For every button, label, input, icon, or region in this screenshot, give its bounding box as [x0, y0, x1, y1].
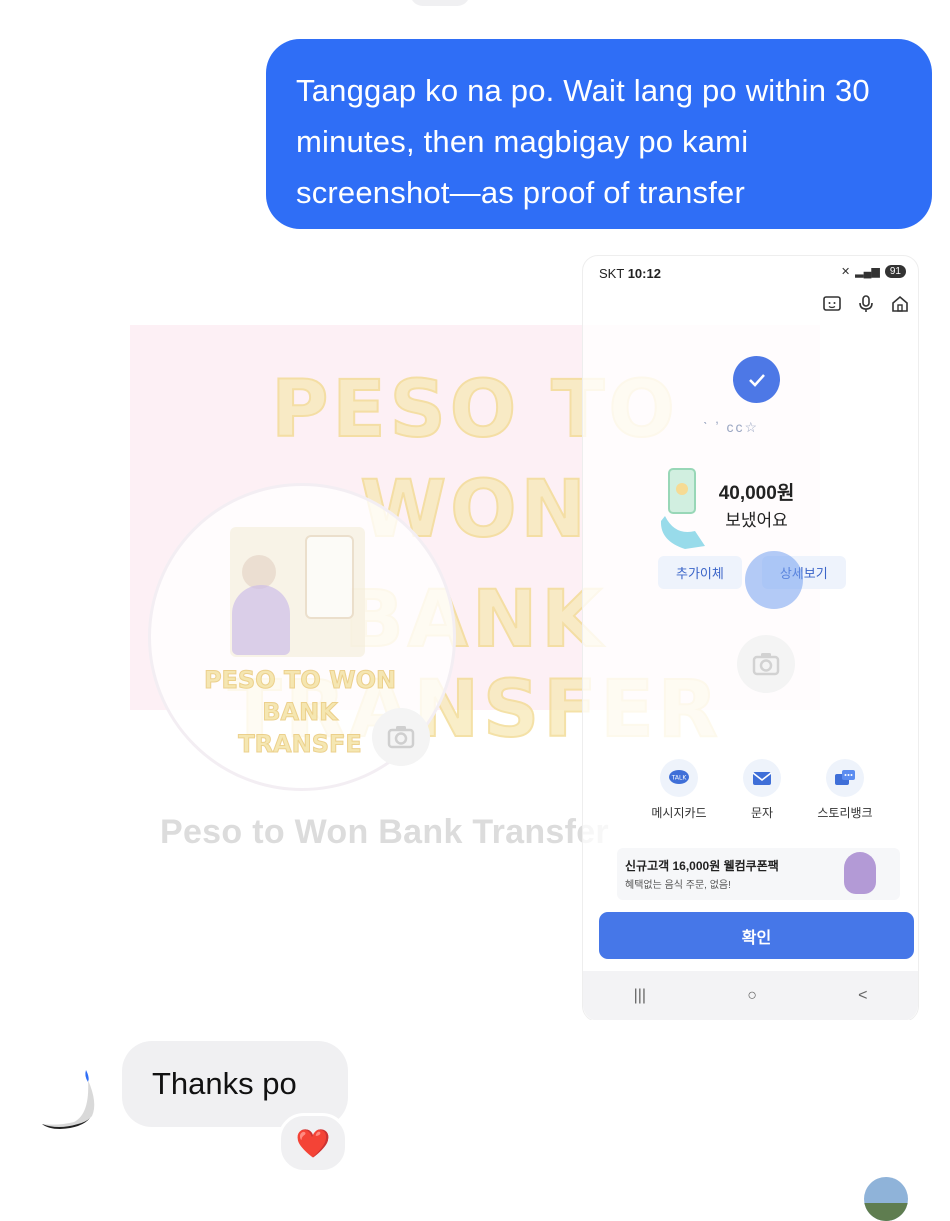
camera-icon [372, 708, 430, 766]
shared-screenshot-image[interactable]: PESO TO WON BANK TRANSFER PESO TO WON BA… [130, 255, 920, 1020]
transfer-amount: 40,000원 [718, 483, 795, 504]
share-sms: 문자 [733, 759, 791, 821]
mail-icon [743, 759, 781, 797]
watermark-phone-drawing [305, 535, 354, 619]
incoming-message-text: Thanks po [152, 1066, 297, 1101]
sender-avatar[interactable] [38, 1068, 98, 1130]
add-transfer-button: 추가이체 [658, 556, 742, 589]
recents-icon: ||| [633, 987, 647, 1004]
previous-message-stub [410, 0, 470, 6]
microphone-icon [859, 295, 873, 312]
share-label: 스토리뱅크 [817, 806, 873, 820]
watermark-brand-name: Peso to Won Bank Transfer [160, 813, 609, 851]
share-options: TALK 메시지카드 문자 스토리뱅크 [650, 759, 874, 821]
status-icons: ✕ ▂▄▆ 91 [841, 265, 906, 278]
face-chat-icon [823, 296, 841, 311]
carrier-label: SKT [599, 266, 625, 281]
signal-icon: ▂▄▆ [855, 266, 880, 278]
heart-reaction[interactable]: ❤️ [278, 1113, 348, 1173]
outgoing-message-bubble[interactable]: Tanggap ko na po. Wait lang po within 30… [266, 39, 932, 229]
read-receipt-avatar [864, 1177, 908, 1221]
check-icon [733, 356, 780, 403]
watermark-person-head [242, 555, 276, 589]
promo-banner: 신규고객 16,000원 웰컴쿠폰팩 혜택없는 음식 주문, 없음! [617, 848, 900, 900]
floating-chat-icon [745, 551, 803, 609]
share-label: 메시지카드 [651, 806, 707, 820]
home-icon [892, 295, 908, 312]
transfer-status: 보냈어요 [725, 511, 788, 530]
heart-icon: ❤️ [295, 1127, 331, 1159]
camera-icon [737, 635, 795, 693]
promo-title: 신규고객 16,000원 웰컴쿠폰팩 [625, 859, 779, 873]
outgoing-message-text: Tanggap ko na po. Wait lang po within 30… [296, 73, 870, 210]
android-nav-bar: ||| ○ < [583, 971, 918, 1020]
chat-bubbles-icon [826, 759, 864, 797]
home-nav-icon: ○ [747, 987, 757, 1004]
mute-icon: ✕ [840, 266, 851, 278]
share-message-card: TALK 메시지카드 [650, 759, 708, 821]
phone-screenshot: SKT 10:12 ✕ ▂▄▆ 91 ˋ ʼ ᴄᴄ☆ 40,000원 보냈어요 … [582, 255, 919, 1020]
battery-icon: 91 [884, 265, 906, 278]
back-icon: < [858, 987, 868, 1004]
share-label: 문자 [750, 806, 774, 820]
share-storybank: 스토리뱅크 [816, 759, 874, 821]
recipient-name: ˋ ʼ ᴄᴄ☆ [703, 419, 760, 435]
svg-text:TALK: TALK [671, 775, 688, 782]
top-action-icons [822, 294, 910, 314]
confirm-button: 확인 [599, 912, 914, 959]
mascot-icon [844, 852, 876, 894]
watermark-circle-line-1: PESO TO WON [203, 666, 397, 695]
clock-time: 10:12 [627, 266, 661, 281]
watermark-person-body [232, 585, 290, 655]
talk-icon: TALK [660, 759, 698, 797]
promo-subtitle: 혜택없는 음식 주문, 없음! [625, 880, 731, 891]
status-bar: SKT 10:12 [599, 266, 661, 281]
